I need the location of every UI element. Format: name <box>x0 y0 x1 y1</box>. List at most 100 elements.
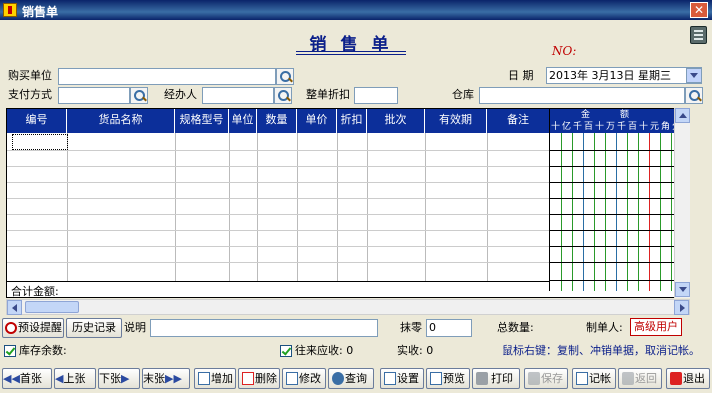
received-label: 实收: 0 <box>397 344 434 357</box>
save-label: 保存 <box>541 372 563 385</box>
amount-digit-label: 千 <box>616 122 626 132</box>
save-button[interactable]: 保存 <box>524 368 568 389</box>
col-spec[interactable]: 规格型号 <box>175 109 229 133</box>
settings-button[interactable]: 设置 <box>380 368 424 389</box>
back-button[interactable]: 返回 <box>618 368 662 389</box>
alarm-icon <box>5 322 17 334</box>
amount-divider <box>561 133 562 291</box>
chevron-down-icon[interactable] <box>686 68 702 83</box>
grid-col-divider <box>425 133 426 281</box>
save-icon <box>528 372 540 385</box>
right-click-hint: 鼠标右键：复制、冲销单据，取消记帐。 <box>502 344 700 357</box>
maker-value: 高级用户 <box>630 318 682 336</box>
active-cell[interactable] <box>12 134 68 150</box>
first-record-button[interactable]: ◀◀首张 <box>2 368 52 389</box>
discount-input[interactable] <box>354 87 398 104</box>
post-button[interactable]: 记帐 <box>572 368 616 389</box>
history-button[interactable]: 历史记录 <box>66 318 122 338</box>
col-product-name[interactable]: 货品名称 <box>67 109 175 133</box>
col-id[interactable]: 编号 <box>7 109 67 133</box>
printer-icon <box>476 372 488 385</box>
discount-label: 整单折扣 <box>306 88 350 101</box>
first-record-label: 首张 <box>19 372 42 385</box>
payment-label: 支付方式 <box>8 88 52 101</box>
preset-reminder-label: 预设提醒 <box>18 321 62 334</box>
total-label: 合计金额: <box>11 285 59 298</box>
payment-lookup-icon[interactable] <box>130 87 148 104</box>
bottom-toolbar: ◀◀首张 ◀上张 下张▶ 末张▶▶ 增加 删除 修改 查询 设置 预览 打印 保… <box>0 366 712 393</box>
rounding-input[interactable]: 0 <box>426 319 472 337</box>
amount-digit-label: 十 <box>550 122 560 132</box>
title-bar: 销售单 ✕ <box>0 0 712 20</box>
preview-label: 预览 <box>443 372 465 385</box>
scroll-left-icon[interactable] <box>7 300 22 315</box>
preview-button[interactable]: 预览 <box>426 368 470 389</box>
grid-row-divider <box>7 182 549 183</box>
vertical-scrollbar[interactable] <box>674 108 690 298</box>
delete-button[interactable]: 删除 <box>238 368 280 389</box>
amount-divider <box>660 133 661 291</box>
amount-digit-label: 百 <box>627 122 637 132</box>
total-quantity-label: 总数量: <box>497 321 534 334</box>
amount-divider <box>605 133 606 291</box>
date-picker[interactable]: 2013年 3月13日 星期三 <box>546 67 702 84</box>
note-input[interactable] <box>150 319 378 337</box>
buyer-lookup-icon[interactable] <box>276 68 294 85</box>
maker-label: 制单人: <box>586 321 623 334</box>
col-batch[interactable]: 批次 <box>367 109 425 133</box>
payment-input[interactable] <box>58 87 130 104</box>
edit-button[interactable]: 修改 <box>282 368 326 389</box>
exit-door-icon <box>670 372 682 385</box>
amount-row-divider <box>550 262 689 263</box>
stock-checkbox[interactable] <box>4 345 16 357</box>
warehouse-input[interactable] <box>479 87 685 104</box>
preset-reminder-button[interactable]: 预设提醒 <box>2 318 64 338</box>
prev-record-button[interactable]: ◀上张 <box>54 368 96 389</box>
add-button[interactable]: 增加 <box>194 368 236 389</box>
window-title: 销售单 <box>22 5 59 19</box>
grid-col-divider <box>487 133 488 281</box>
amount-title: 金额 <box>580 110 659 120</box>
amount-divider <box>583 133 584 291</box>
handler-lookup-icon[interactable] <box>274 87 292 104</box>
col-discount[interactable]: 折扣 <box>337 109 367 133</box>
next-record-button[interactable]: 下张▶ <box>98 368 140 389</box>
col-expiry[interactable]: 有效期 <box>425 109 487 133</box>
grid-row-divider <box>7 150 549 151</box>
grid-col-divider <box>367 133 368 281</box>
col-price[interactable]: 单价 <box>297 109 337 133</box>
line-items-grid[interactable]: 编号 货品名称 规格型号 单位 数量 单价 折扣 批次 有效期 备注 金额 十 … <box>6 108 690 298</box>
close-button[interactable]: ✕ <box>690 2 708 18</box>
scroll-up-icon[interactable] <box>675 108 690 123</box>
warehouse-lookup-icon[interactable] <box>685 87 703 104</box>
buyer-input[interactable] <box>58 68 276 85</box>
query-button[interactable]: 查询 <box>328 368 374 389</box>
print-label: 打印 <box>491 372 513 385</box>
scroll-thumb[interactable] <box>25 301 79 313</box>
amount-digit-label: 千 <box>572 122 582 132</box>
grid-row-divider <box>7 246 549 247</box>
title-underline <box>296 51 406 52</box>
amount-row-divider <box>550 182 689 183</box>
amount-digit-label: 亿 <box>561 122 571 132</box>
last-record-button[interactable]: 末张▶▶ <box>142 368 190 389</box>
scroll-down-icon[interactable] <box>675 282 690 297</box>
horizontal-scrollbar[interactable] <box>6 299 690 315</box>
exit-button[interactable]: 退出 <box>666 368 710 389</box>
amount-row-divider <box>550 246 689 247</box>
receivable-checkbox[interactable] <box>280 345 292 357</box>
scroll-right-icon[interactable] <box>674 300 689 315</box>
col-unit[interactable]: 单位 <box>229 109 257 133</box>
date-label: 日 期 <box>508 69 534 82</box>
amount-digit-label: 万 <box>605 122 615 132</box>
calculator-icon[interactable] <box>690 26 707 44</box>
search-icon <box>332 372 344 385</box>
col-quantity[interactable]: 数量 <box>257 109 297 133</box>
handler-input[interactable] <box>202 87 274 104</box>
amount-row-divider <box>550 230 689 231</box>
print-button[interactable]: 打印 <box>472 368 520 389</box>
delete-label: 删除 <box>255 372 277 385</box>
amount-divider <box>627 133 628 291</box>
col-remark[interactable]: 备注 <box>487 109 549 133</box>
new-document-icon <box>198 372 210 385</box>
